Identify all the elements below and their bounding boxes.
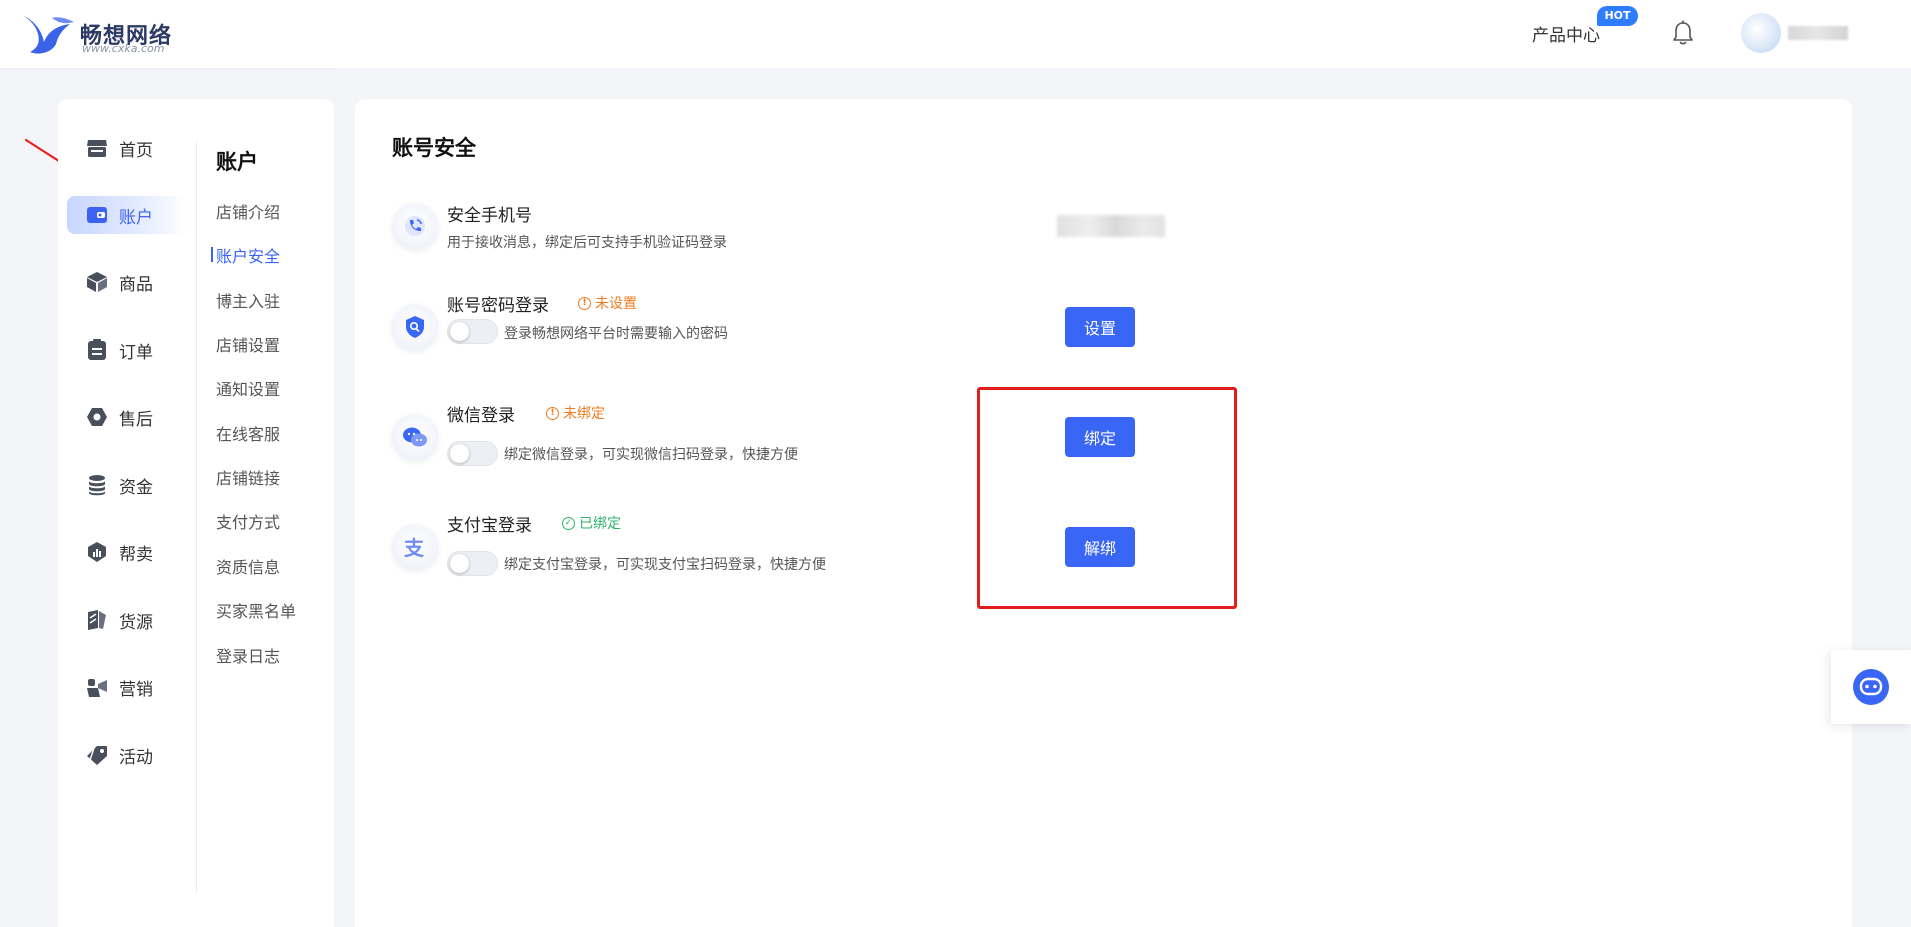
alipay-status: ✓ 已绑定 <box>562 513 621 533</box>
tag-icon <box>85 743 109 767</box>
top-header: 畅想网络 www.cxka.com 产品中心 HOT <box>0 0 1911 70</box>
nav-item-products[interactable]: 商品 <box>67 263 187 301</box>
subnav-item-notify-settings[interactable]: 通知设置 <box>216 376 280 400</box>
nav-label: 营销 <box>119 679 153 700</box>
password-status-text: 未设置 <box>595 296 637 312</box>
alipay-title: 支付宝登录 <box>447 516 532 536</box>
check-circle-icon: ✓ <box>562 516 575 530</box>
nav-label: 账户 <box>119 207 153 228</box>
password-desc: 登录畅想网络平台时需要输入的密码 <box>504 326 728 342</box>
subnav-item-blacklist[interactable]: 买家黑名单 <box>216 598 296 622</box>
wallet-icon <box>85 203 109 227</box>
alipay-icon: 支 <box>392 524 438 570</box>
nav-item-supply[interactable]: 货源 <box>67 601 187 639</box>
security-row-phone: 安全手机号 用于接收消息，绑定后可支持手机验证码登录 <box>392 199 1492 269</box>
box-icon <box>85 270 109 294</box>
nav-item-aftersale[interactable]: 售后 <box>67 398 187 436</box>
subnav-item-shop-intro[interactable]: 店铺介绍 <box>216 199 280 223</box>
subnav-item-payment[interactable]: 支付方式 <box>216 509 280 533</box>
marketing-icon <box>85 675 109 699</box>
nav-item-orders[interactable]: 订单 <box>67 331 187 369</box>
subnav-item-shop-link[interactable]: 店铺链接 <box>216 465 280 489</box>
nav-label: 资金 <box>119 477 153 498</box>
nav-item-marketing[interactable]: 营销 <box>67 668 187 706</box>
product-center-link[interactable]: 产品中心 <box>1532 21 1600 46</box>
key-shield-icon <box>392 304 438 350</box>
subnav-divider <box>196 141 197 892</box>
nav-item-activity[interactable]: 活动 <box>67 736 187 774</box>
subnav-item-shop-settings[interactable]: 店铺设置 <box>216 332 280 356</box>
password-login-toggle[interactable] <box>447 319 498 344</box>
order-icon <box>85 338 109 362</box>
alipay-login-toggle[interactable] <box>447 551 498 576</box>
supply-icon <box>85 608 109 632</box>
annotation-highlight-box <box>977 387 1237 609</box>
alipay-desc: 绑定支付宝登录，可实现支付宝扫码登录，快捷方便 <box>504 557 826 573</box>
avatar[interactable] <box>1741 13 1781 53</box>
wechat-status: ! 未绑定 <box>546 403 605 423</box>
wechat-status-text: 未绑定 <box>563 406 605 422</box>
wechat-login-toggle[interactable] <box>447 441 498 466</box>
left-navigation-panel: 首页 账户 商品 订单 售后 资金 帮卖 货源 营销 活动 账户 店铺介绍 账户… <box>58 99 334 927</box>
nav-item-home[interactable]: 首页 <box>67 129 187 167</box>
toggle-knob <box>450 554 469 573</box>
brand-url: www.cxka.com <box>82 42 165 55</box>
hot-badge: HOT <box>1597 6 1638 26</box>
nav-label: 商品 <box>119 274 153 295</box>
bird-logo-icon <box>24 16 74 54</box>
coins-icon <box>85 473 109 497</box>
subnav-item-qualification[interactable]: 资质信息 <box>216 554 280 578</box>
wechat-title: 微信登录 <box>447 406 515 426</box>
phone-number-redacted <box>1057 215 1165 237</box>
nav-item-helpsell[interactable]: 帮卖 <box>67 533 187 571</box>
wechat-icon <box>392 414 438 460</box>
warning-icon: ! <box>546 406 559 420</box>
chat-bubble-icon <box>1853 669 1889 705</box>
subnav-title: 账户 <box>216 150 258 174</box>
nav-label: 帮卖 <box>119 544 153 565</box>
phone-title: 安全手机号 <box>447 206 532 226</box>
nav-label: 售后 <box>119 409 153 430</box>
page-title: 账号安全 <box>392 136 476 160</box>
toggle-knob <box>450 322 469 341</box>
security-row-alipay: 支 支付宝登录 ✓ 已绑定 绑定支付宝登录，可实现支付宝扫码登录，快捷方便 <box>392 509 1492 579</box>
toggle-knob <box>450 444 469 463</box>
nav-label: 订单 <box>119 342 153 363</box>
set-password-button[interactable]: 设置 <box>1065 307 1135 347</box>
nav-label: 货源 <box>119 612 153 633</box>
chart-shield-icon <box>85 540 109 564</box>
nav-label: 活动 <box>119 747 153 768</box>
brand-logo[interactable]: 畅想网络 www.cxka.com <box>22 12 182 56</box>
security-row-wechat: 微信登录 ! 未绑定 绑定微信登录，可实现微信扫码登录，快捷方便 <box>392 399 1492 469</box>
nav-item-account[interactable]: 账户 <box>67 196 187 234</box>
alipay-status-text: 已绑定 <box>579 516 621 532</box>
wechat-desc: 绑定微信登录，可实现微信扫码登录，快捷方便 <box>504 447 798 463</box>
header-divider <box>0 68 336 70</box>
subnav-item-online-service[interactable]: 在线客服 <box>216 421 280 445</box>
subnav-item-blogger-join[interactable]: 博主入驻 <box>216 288 280 312</box>
floating-chat-button[interactable] <box>1831 650 1911 724</box>
store-icon <box>85 136 109 160</box>
warning-icon: ! <box>578 296 591 310</box>
bell-icon[interactable] <box>1671 20 1695 46</box>
phone-icon <box>392 203 438 249</box>
aftersale-icon <box>85 405 109 429</box>
security-row-password: 账号密码登录 ! 未设置 登录畅想网络平台时需要输入的密码 <box>392 289 1492 359</box>
password-status: ! 未设置 <box>578 293 637 313</box>
svg-text:支: 支 <box>404 536 425 560</box>
phone-desc: 用于接收消息，绑定后可支持手机验证码登录 <box>447 235 727 251</box>
subnav-item-account-security[interactable]: 账户安全 <box>210 243 280 267</box>
nav-item-funds[interactable]: 资金 <box>67 466 187 504</box>
subnav-item-login-log[interactable]: 登录日志 <box>216 643 280 667</box>
username-redacted[interactable] <box>1788 26 1848 40</box>
nav-label: 首页 <box>119 140 153 161</box>
password-title: 账号密码登录 <box>447 296 549 316</box>
